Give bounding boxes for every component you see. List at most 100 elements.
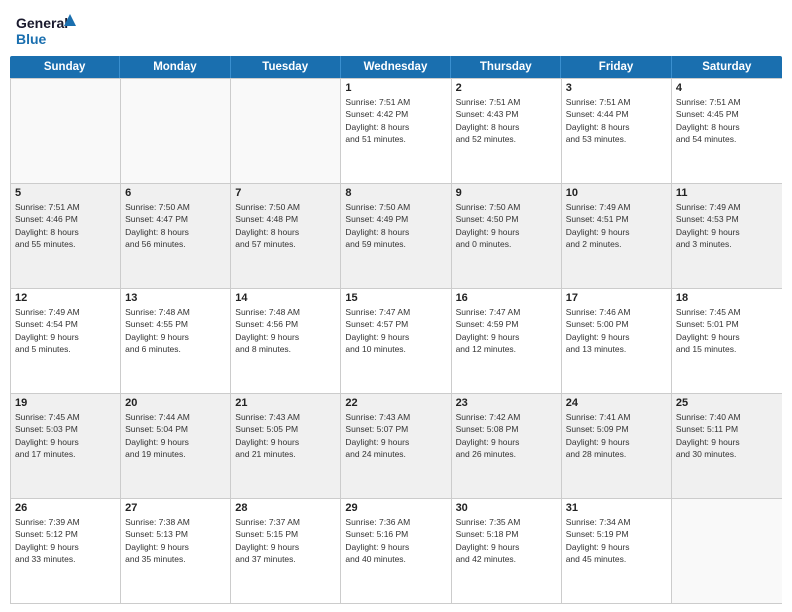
day-info: Sunrise: 7:49 AM Sunset: 4:53 PM Dayligh… — [676, 201, 778, 250]
header-cell-saturday: Saturday — [672, 56, 782, 78]
day-info: Sunrise: 7:41 AM Sunset: 5:09 PM Dayligh… — [566, 411, 667, 460]
day-number: 20 — [125, 397, 226, 409]
cal-cell-day-21: 21Sunrise: 7:43 AM Sunset: 5:05 PM Dayli… — [231, 394, 341, 498]
day-number: 4 — [676, 82, 778, 94]
cal-cell-day-6: 6Sunrise: 7:50 AM Sunset: 4:47 PM Daylig… — [121, 184, 231, 288]
day-info: Sunrise: 7:36 AM Sunset: 5:16 PM Dayligh… — [345, 516, 446, 565]
day-number: 17 — [566, 292, 667, 304]
cal-cell-empty — [231, 79, 341, 183]
calendar-header: SundayMondayTuesdayWednesdayThursdayFrid… — [10, 56, 782, 78]
day-info: Sunrise: 7:50 AM Sunset: 4:49 PM Dayligh… — [345, 201, 446, 250]
header-cell-friday: Friday — [561, 56, 671, 78]
day-number: 29 — [345, 502, 446, 514]
day-number: 26 — [15, 502, 116, 514]
day-number: 28 — [235, 502, 336, 514]
day-number: 6 — [125, 187, 226, 199]
day-info: Sunrise: 7:49 AM Sunset: 4:51 PM Dayligh… — [566, 201, 667, 250]
day-info: Sunrise: 7:43 AM Sunset: 5:07 PM Dayligh… — [345, 411, 446, 460]
day-info: Sunrise: 7:49 AM Sunset: 4:54 PM Dayligh… — [15, 306, 116, 355]
day-info: Sunrise: 7:37 AM Sunset: 5:15 PM Dayligh… — [235, 516, 336, 565]
header: General Blue — [0, 0, 792, 56]
day-info: Sunrise: 7:50 AM Sunset: 4:50 PM Dayligh… — [456, 201, 557, 250]
cal-cell-day-7: 7 Sunrise: 7:50 AM Sunset: 4:48 PM Daylig… — [231, 184, 341, 288]
day-info: Sunrise: 7:51 AM Sunset: 4:46 PM Dayligh… — [15, 201, 116, 250]
day-info: Sunrise: 7:51 AM Sunset: 4:44 PM Dayligh… — [566, 96, 667, 145]
cal-cell-day-13: 13 Sunrise: 7:48 AM Sunset: 4:55 PM Dayli… — [121, 289, 231, 393]
cal-cell-day-8: 8 Sunrise: 7:50 AM Sunset: 4:49 PM Daylig… — [341, 184, 451, 288]
day-number: 1 — [345, 82, 446, 94]
cal-cell-day-18: 18Sunrise: 7:45 AM Sunset: 5:01 PM Dayli… — [672, 289, 782, 393]
header-cell-wednesday: Wednesday — [341, 56, 451, 78]
header-cell-monday: Monday — [120, 56, 230, 78]
logo-svg: General Blue — [16, 12, 76, 50]
cal-cell-empty — [672, 499, 782, 603]
cal-cell-day-11: 11 Sunrise: 7:49 AM Sunset: 4:53 PM Dayli… — [672, 184, 782, 288]
day-number: 19 — [15, 397, 116, 409]
day-number: 9 — [456, 187, 557, 199]
day-info: Sunrise: 7:47 AM Sunset: 4:59 PM Dayligh… — [456, 306, 557, 355]
day-info: Sunrise: 7:34 AM Sunset: 5:19 PM Dayligh… — [566, 516, 667, 565]
day-info: Sunrise: 7:46 AM Sunset: 5:00 PM Dayligh… — [566, 306, 667, 355]
day-number: 7 — [235, 187, 336, 199]
day-number: 22 — [345, 397, 446, 409]
header-cell-tuesday: Tuesday — [231, 56, 341, 78]
day-number: 11 — [676, 187, 778, 199]
calendar-body: 1 Sunrise: 7:51 AM Sunset: 4:42 PM Daylig… — [10, 78, 782, 604]
day-number: 2 — [456, 82, 557, 94]
cal-row-1: 5 Sunrise: 7:51 AM Sunset: 4:46 PM Daylig… — [11, 183, 782, 288]
svg-text:Blue: Blue — [16, 31, 47, 47]
day-number: 10 — [566, 187, 667, 199]
day-info: Sunrise: 7:44 AM Sunset: 5:04 PM Dayligh… — [125, 411, 226, 460]
cal-cell-day-30: 30Sunrise: 7:35 AM Sunset: 5:18 PM Dayli… — [452, 499, 562, 603]
cal-cell-day-4: 4 Sunrise: 7:51 AM Sunset: 4:45 PM Daylig… — [672, 79, 782, 183]
header-cell-sunday: Sunday — [10, 56, 120, 78]
day-info: Sunrise: 7:35 AM Sunset: 5:18 PM Dayligh… — [456, 516, 557, 565]
cal-cell-day-15: 15 Sunrise: 7:47 AM Sunset: 4:57 PM Dayli… — [341, 289, 451, 393]
cal-cell-day-28: 28 Sunrise: 7:37 AM Sunset: 5:15 PM Dayli… — [231, 499, 341, 603]
cal-cell-empty — [121, 79, 231, 183]
day-number: 24 — [566, 397, 667, 409]
day-info: Sunrise: 7:40 AM Sunset: 5:11 PM Dayligh… — [676, 411, 778, 460]
day-info: Sunrise: 7:47 AM Sunset: 4:57 PM Dayligh… — [345, 306, 446, 355]
cal-cell-day-1: 1 Sunrise: 7:51 AM Sunset: 4:42 PM Daylig… — [341, 79, 451, 183]
day-number: 25 — [676, 397, 778, 409]
day-info: Sunrise: 7:50 AM Sunset: 4:48 PM Dayligh… — [235, 201, 336, 250]
day-info: Sunrise: 7:51 AM Sunset: 4:42 PM Dayligh… — [345, 96, 446, 145]
day-number: 13 — [125, 292, 226, 304]
cal-row-2: 12 Sunrise: 7:49 AM Sunset: 4:54 PM Dayli… — [11, 288, 782, 393]
cal-cell-empty — [11, 79, 121, 183]
day-info: Sunrise: 7:51 AM Sunset: 4:45 PM Dayligh… — [676, 96, 778, 145]
cal-cell-day-25: 25 Sunrise: 7:40 AM Sunset: 5:11 PM Dayli… — [672, 394, 782, 498]
day-info: Sunrise: 7:43 AM Sunset: 5:05 PM Dayligh… — [235, 411, 336, 460]
cal-row-4: 26Sunrise: 7:39 AM Sunset: 5:12 PM Dayli… — [11, 498, 782, 603]
day-info: Sunrise: 7:45 AM Sunset: 5:03 PM Dayligh… — [15, 411, 116, 460]
page: General Blue SundayMondayTuesdayWednesda… — [0, 0, 792, 612]
cal-cell-day-5: 5 Sunrise: 7:51 AM Sunset: 4:46 PM Daylig… — [11, 184, 121, 288]
day-number: 31 — [566, 502, 667, 514]
svg-text:General: General — [16, 15, 68, 31]
cal-cell-day-31: 31 Sunrise: 7:34 AM Sunset: 5:19 PM Dayli… — [562, 499, 672, 603]
day-number: 12 — [15, 292, 116, 304]
header-cell-thursday: Thursday — [451, 56, 561, 78]
day-info: Sunrise: 7:42 AM Sunset: 5:08 PM Dayligh… — [456, 411, 557, 460]
logo: General Blue — [16, 12, 76, 50]
day-number: 5 — [15, 187, 116, 199]
day-info: Sunrise: 7:48 AM Sunset: 4:56 PM Dayligh… — [235, 306, 336, 355]
day-number: 8 — [345, 187, 446, 199]
cal-cell-day-24: 24 Sunrise: 7:41 AM Sunset: 5:09 PM Dayli… — [562, 394, 672, 498]
cal-cell-day-12: 12 Sunrise: 7:49 AM Sunset: 4:54 PM Dayli… — [11, 289, 121, 393]
cal-cell-day-27: 27Sunrise: 7:38 AM Sunset: 5:13 PM Dayli… — [121, 499, 231, 603]
cal-cell-day-9: 9 Sunrise: 7:50 AM Sunset: 4:50 PM Daylig… — [452, 184, 562, 288]
day-number: 23 — [456, 397, 557, 409]
cal-row-3: 19 Sunrise: 7:45 AM Sunset: 5:03 PM Dayli… — [11, 393, 782, 498]
cal-row-0: 1 Sunrise: 7:51 AM Sunset: 4:42 PM Daylig… — [11, 78, 782, 183]
day-number: 27 — [125, 502, 226, 514]
day-number: 18 — [676, 292, 778, 304]
cal-cell-day-17: 17 Sunrise: 7:46 AM Sunset: 5:00 PM Dayli… — [562, 289, 672, 393]
day-number: 16 — [456, 292, 557, 304]
day-info: Sunrise: 7:48 AM Sunset: 4:55 PM Dayligh… — [125, 306, 226, 355]
day-number: 14 — [235, 292, 336, 304]
day-number: 3 — [566, 82, 667, 94]
cal-cell-day-3: 3 Sunrise: 7:51 AM Sunset: 4:44 PM Daylig… — [562, 79, 672, 183]
day-number: 15 — [345, 292, 446, 304]
